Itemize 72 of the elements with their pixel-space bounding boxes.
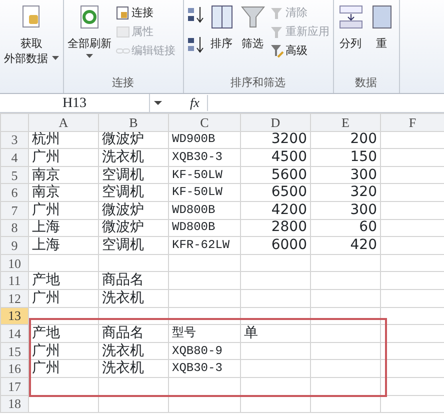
row-header[interactable]: 8	[0, 219, 28, 237]
ribbon-button[interactable]: 重	[368, 4, 396, 51]
ribbon-button[interactable]: 分列	[336, 4, 364, 51]
row-header[interactable]: 13	[0, 307, 28, 325]
table-cell: 单	[240, 324, 310, 342]
row-header[interactable]: 5	[0, 166, 28, 184]
table-cell: KF-50LW	[168, 166, 240, 184]
row-header[interactable]: 16	[0, 360, 28, 378]
column-header[interactable]: A	[28, 114, 98, 132]
table-cell: 3200	[240, 131, 310, 149]
ribbon-button[interactable]: 全部刷新	[66, 4, 112, 59]
row-header[interactable]: 15	[0, 342, 28, 360]
table-cell: WD900B	[168, 131, 240, 149]
group-label: 排序和筛选	[230, 76, 286, 89]
row-header[interactable]: 12	[0, 289, 28, 308]
row-header[interactable]: 10	[0, 254, 28, 272]
table-cell: KFR-62LW	[168, 236, 240, 254]
table-cell: 4500	[240, 148, 310, 166]
table-cell: 420	[310, 236, 380, 254]
group-label: 数据	[355, 76, 377, 89]
column-header[interactable]: E	[310, 114, 380, 132]
ribbon-button[interactable]: 排序	[208, 4, 236, 51]
table-cell: KF-50LW	[168, 184, 240, 202]
ribbon-button[interactable]: 筛选	[238, 4, 266, 51]
insert-function-button[interactable]: fx	[190, 93, 200, 113]
table-cell: XQB80-9	[168, 342, 240, 360]
row-header[interactable]: 3	[0, 131, 28, 149]
document-icon	[116, 6, 130, 20]
table-cell: WD800B	[168, 201, 240, 220]
properties-icon	[116, 24, 130, 38]
table-cell: 320	[310, 184, 380, 202]
table-cell: 2800	[240, 219, 310, 237]
table-cell: 300	[310, 166, 380, 184]
sort-ascending-button[interactable]	[186, 6, 204, 24]
row-header[interactable]: 14	[0, 324, 28, 342]
column-header[interactable]: F	[380, 114, 444, 132]
table-cell: WD800B	[168, 219, 240, 237]
funnel-icon	[270, 24, 284, 38]
row-header[interactable]: 7	[0, 201, 28, 220]
table-cell: 上海	[28, 219, 98, 237]
row-header[interactable]: 6	[0, 184, 28, 202]
ribbon-button[interactable]: 连接	[116, 3, 176, 22]
table-cell: 型号	[168, 324, 240, 342]
advanced-filter-icon	[270, 44, 284, 58]
row-header[interactable]: 18	[0, 395, 28, 413]
column-header[interactable]: D	[240, 114, 310, 132]
table-cell: 150	[310, 148, 380, 166]
table-cell: 4200	[240, 201, 310, 220]
row-header[interactable]: 17	[0, 377, 28, 395]
column-header[interactable]: B	[98, 114, 168, 132]
row-header[interactable]: 4	[0, 148, 28, 166]
sort-icon	[208, 4, 234, 30]
table-cell: 6500	[240, 184, 310, 202]
caret-icon[interactable]	[153, 100, 163, 106]
group-label: 连接	[112, 76, 134, 89]
table-cell: 上海	[28, 236, 98, 254]
ribbon-button[interactable]: 获取 外部数据	[3, 4, 60, 66]
table-cell: XQB30-3	[168, 148, 240, 166]
funnel-icon	[240, 4, 266, 30]
sort-descending-button[interactable]	[186, 36, 204, 54]
table-cell: XQB30-3	[168, 360, 240, 378]
table-cell: 60	[310, 219, 380, 237]
table-cell: 6000	[240, 236, 310, 254]
row-header[interactable]: 9	[0, 236, 28, 254]
column-header[interactable]: C	[168, 114, 240, 132]
text-to-columns-icon	[338, 4, 364, 30]
table-cell: 200	[310, 131, 380, 149]
funnel-icon	[270, 6, 284, 20]
table-cell: 300	[310, 201, 380, 220]
table-cell: 5600	[240, 166, 310, 184]
ribbon-button[interactable]: 高级	[270, 41, 330, 60]
row-header[interactable]: 11	[0, 272, 28, 290]
